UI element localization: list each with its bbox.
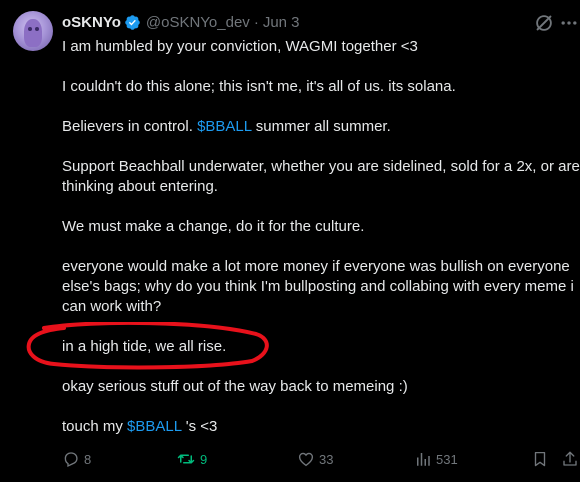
- tweet-text-segment: touch my: [62, 418, 128, 435]
- cashtag-link[interactable]: $BBALL: [197, 118, 252, 135]
- handle[interactable]: @oSKNYo_dev: [146, 14, 250, 31]
- tweet-text-segment: everyone would make a lot more money if …: [62, 258, 574, 315]
- tweet-paragraph: I am humbled by your conviction, WAGMI t…: [62, 37, 580, 57]
- verified-badge-icon[interactable]: [124, 14, 141, 31]
- avatar-figure: [24, 19, 42, 47]
- like-button[interactable]: 33: [297, 447, 333, 471]
- views-icon: [417, 453, 430, 466]
- retweet-icon: [177, 454, 195, 464]
- share-button[interactable]: [561, 447, 579, 471]
- avatar-eye-left: [28, 27, 32, 31]
- like-count: 33: [319, 451, 334, 467]
- like-icon: [298, 452, 314, 467]
- views-count: 531: [436, 451, 458, 467]
- red-circle-annotation: [26, 322, 269, 370]
- display-name[interactable]: oSKNYo: [62, 14, 121, 31]
- tweet-paragraph: everyone would make a lot more money if …: [62, 257, 580, 317]
- tweet-paragraph: touch my $BBALL 's <3: [62, 417, 580, 437]
- tweet-date[interactable]: Jun 3: [263, 14, 300, 31]
- tweet-text-segment: 's <3: [181, 418, 218, 435]
- tweet-text-segment: Support Beachball underwater, whether yo…: [62, 158, 580, 195]
- tweet-text-segment: okay serious stuff out of the way back t…: [62, 378, 408, 395]
- tweet-paragraph: Believers in control. $BBALL summer all …: [62, 117, 580, 137]
- avatar[interactable]: [13, 11, 53, 51]
- reply-button[interactable]: 8: [62, 447, 91, 471]
- reply-icon: [64, 452, 78, 468]
- tweet-text-segment: We must make a change, do it for the cul…: [62, 218, 365, 235]
- tweet-text: I am humbled by your conviction, WAGMI t…: [62, 37, 580, 457]
- tweet-text-segment: I am humbled by your conviction, WAGMI t…: [62, 38, 418, 55]
- grok-icon[interactable]: [533, 12, 555, 34]
- tweet-text-segment: Believers in control.: [62, 118, 198, 135]
- reply-count: 8: [84, 451, 92, 467]
- tweet-header: oSKNYo @oSKNYo_dev · Jun 3: [62, 12, 300, 32]
- tweet-paragraph: I couldn't do this alone; this isn't me,…: [62, 77, 580, 97]
- retweet-count: 9: [200, 451, 208, 467]
- tweet[interactable]: oSKNYo @oSKNYo_dev · Jun 3 I am humbled …: [0, 0, 580, 482]
- bookmark-icon: [534, 451, 546, 467]
- tweet-paragraph: We must make a change, do it for the cul…: [62, 217, 580, 237]
- tweet-text-segment: I couldn't do this alone; this isn't me,…: [62, 78, 456, 95]
- views-button[interactable]: 531: [414, 447, 458, 471]
- retweet-button[interactable]: 9: [176, 447, 207, 471]
- cashtag-link[interactable]: $BBALL: [127, 418, 182, 435]
- tweet-paragraph: Support Beachball underwater, whether yo…: [62, 157, 580, 197]
- separator: ·: [253, 13, 259, 31]
- more-icon[interactable]: [559, 14, 579, 32]
- bookmark-button[interactable]: [531, 447, 549, 471]
- avatar-eye-right: [35, 27, 39, 31]
- tweet-text-segment: summer all summer.: [251, 118, 391, 135]
- tweet-paragraph: okay serious stuff out of the way back t…: [62, 377, 580, 397]
- share-icon: [563, 451, 577, 466]
- action-bar: 8 9 33 531: [0, 447, 580, 471]
